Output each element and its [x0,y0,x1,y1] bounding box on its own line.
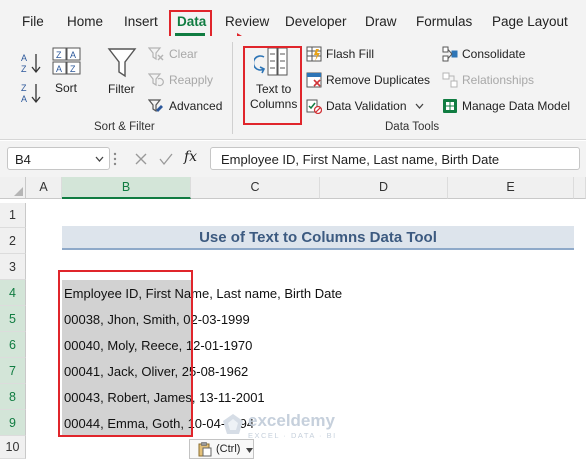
column-header-a[interactable]: A [26,177,62,199]
paste-options-label: (Ctrl) [216,443,241,455]
reapply-filter-icon [148,73,164,87]
relationships-icon [442,72,458,88]
column-header-d[interactable]: D [320,177,448,199]
data-validation-icon[interactable] [306,98,322,114]
paste-options-chevron-icon [246,448,253,453]
consolidate-icon[interactable] [442,46,458,62]
column-header-overflow [574,177,586,199]
text-to-columns-highlight [243,46,302,125]
reapply-button: Reapply [169,73,214,87]
svg-text:Z: Z [70,64,76,74]
tab-formulas[interactable]: Formulas [416,14,472,29]
row-header-1[interactable]: 1 [0,203,26,228]
remove-duplicates-icon[interactable] [306,72,322,88]
tab-home[interactable]: Home [67,14,103,29]
clipboard-icon [198,442,212,457]
consolidate-button[interactable]: Consolidate [462,47,525,61]
clear-button: Clear [169,47,198,61]
row-header-2[interactable]: 2 [0,228,26,254]
chevron-down-icon[interactable] [415,102,424,110]
name-box[interactable]: B4 [7,147,110,170]
cancel-x-icon[interactable] [134,152,148,166]
name-box-chevron-icon[interactable] [95,156,104,163]
tab-draw[interactable]: Draw [365,14,397,29]
row-header-6[interactable]: 6 [0,332,26,358]
row-header-5[interactable]: 5 [0,306,26,332]
column-header-b[interactable]: B [62,177,191,199]
svg-text:A: A [21,53,27,63]
column-header-c[interactable]: C [191,177,320,199]
row-header-10[interactable]: 10 [0,436,26,459]
menu-bar: File Home Insert Data Review Developer D… [0,0,586,36]
formula-buttons: fx [122,147,206,170]
svg-text:Z: Z [21,64,27,74]
tab-developer[interactable]: Developer [285,14,347,29]
ribbon-separator [232,42,233,134]
manage-data-model-button[interactable]: Manage Data Model [462,99,570,113]
sort-descending-icon[interactable]: Z A [20,82,42,104]
svg-text:A: A [56,64,62,74]
selection-highlight [58,270,193,437]
table-title[interactable]: Use of Text to Columns Data Tool [62,226,574,250]
data-validation-button[interactable]: Data Validation [326,99,407,113]
data-tools-group-label: Data Tools [385,121,440,133]
flash-fill-button[interactable]: Flash Fill [326,47,374,61]
row-header-3[interactable]: 3 [0,254,26,280]
clear-filter-icon [148,47,164,61]
svg-text:A: A [70,50,76,60]
tab-file[interactable]: File [22,14,44,29]
insert-function-fx-icon[interactable]: fx [184,149,197,165]
remove-duplicates-button[interactable]: Remove Duplicates [326,73,430,87]
relationships-button: Relationships [462,73,535,87]
svg-text:Z: Z [21,83,27,93]
exceldemy-logo-icon [223,414,243,434]
formula-text: Employee ID, First Name, Last name, Birt… [221,152,500,167]
filter-funnel-icon[interactable] [107,46,137,80]
svg-text:A: A [21,94,27,104]
row-header-8[interactable]: 8 [0,384,26,410]
formula-input[interactable]: Employee ID, First Name, Last name, Birt… [210,147,580,170]
column-header-e[interactable]: E [448,177,574,199]
advanced-button[interactable]: Advanced [169,99,222,113]
flash-fill-icon[interactable] [306,46,322,62]
svg-text:Z: Z [56,50,62,60]
tab-review[interactable]: Review [225,14,269,29]
select-all-corner[interactable] [0,177,26,199]
row-header-7[interactable]: 7 [0,358,26,384]
tab-page-layout[interactable]: Page Layout [492,14,568,29]
sort-filter-group-label: Sort & Filter [94,121,155,133]
watermark-tagline: EXCEL · DATA · BI [248,431,337,440]
advanced-filter-icon[interactable] [148,98,164,114]
filter-button[interactable]: Filter [108,82,135,96]
confirm-check-icon[interactable] [158,152,174,166]
sort-dialog-icon[interactable]: Z A A Z [52,47,82,77]
name-box-value: B4 [15,152,31,167]
sort-ascending-icon[interactable]: A Z [20,52,42,74]
tab-insert[interactable]: Insert [124,14,158,29]
watermark-name: exceldemy [248,411,335,430]
sort-button[interactable]: Sort [55,81,77,95]
data-tab-highlight [169,10,212,38]
row-header-9[interactable]: 9 [0,410,26,436]
paste-options-button[interactable]: (Ctrl) [189,439,254,459]
drag-handle-icon[interactable] [113,152,117,166]
manage-data-model-icon[interactable] [442,98,458,114]
row-header-4[interactable]: 4 [0,280,26,306]
formula-bar: B4 fx Employee ID, First Name, Last name… [0,141,586,177]
